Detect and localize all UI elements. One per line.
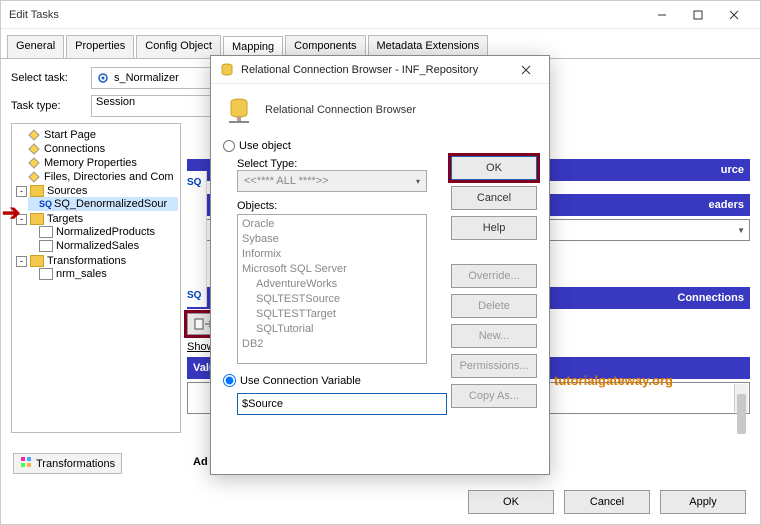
tab-transformations-bottom[interactable]: Transformations (13, 453, 122, 474)
dialog-delete-button[interactable]: Delete (451, 294, 537, 318)
tree-item-label: Start Page (44, 129, 96, 141)
main-cancel-button[interactable]: Cancel (564, 490, 650, 514)
dialog-buttons: OK Cancel Help Override... Delete New...… (451, 156, 537, 408)
tree-item-label: NormalizedProducts (56, 226, 155, 238)
close-button[interactable] (716, 1, 752, 29)
conn-var-input[interactable]: $Source (237, 393, 447, 415)
use-object-radio[interactable] (223, 140, 235, 152)
dialog-permissions-button[interactable]: Permissions... (451, 354, 537, 378)
tree-item-label: Sources (47, 185, 87, 197)
tree-item-label: SQ_DenormalizedSour (54, 198, 167, 210)
tree-item-label: Files, Directories and Com (44, 171, 174, 183)
tree-expander[interactable]: - (16, 256, 27, 267)
task-type-field: Session (91, 95, 221, 117)
watermark: tutorialgateway.org (554, 373, 673, 388)
tree-item-label: NormalizedSales (56, 240, 139, 252)
dialog-header: Relational Connection Browser (223, 94, 537, 126)
dialog-titlebar: Relational Connection Browser - INF_Repo… (211, 56, 549, 84)
tree-item[interactable]: nrm_sales (28, 267, 178, 281)
page-icon (39, 268, 53, 280)
grid-icon (20, 456, 32, 471)
cylinder-icon (223, 94, 255, 126)
chevron-down-icon: ▼ (737, 226, 745, 235)
tree-item-label: Memory Properties (44, 157, 137, 169)
mapping-tree[interactable]: Start Page Connections Memory Properties Fi… (14, 128, 178, 282)
diamond-icon (28, 157, 39, 168)
main-title: Edit Tasks (9, 9, 644, 21)
db-icon (219, 62, 235, 78)
tab-properties[interactable]: Properties (66, 35, 134, 58)
page-icon (39, 240, 53, 252)
objects-list-item[interactable]: Sybase (240, 232, 424, 247)
gear-icon (96, 71, 110, 85)
use-conn-var-radio[interactable] (223, 374, 236, 387)
tree-bottom-tabs: Transformations (13, 453, 122, 474)
tree-item-label: Connections (44, 143, 105, 155)
tree-expander[interactable]: - (16, 186, 27, 197)
select-task-combo[interactable]: s_Normalizer (91, 67, 221, 89)
objects-list-item[interactable]: SQLTESTTarget (240, 307, 424, 322)
objects-list-item[interactable]: SQLTESTSource (240, 292, 424, 307)
select-task-label: Select task: (11, 72, 91, 84)
tree-item[interactable]: SQSQ_DenormalizedSour (28, 197, 178, 211)
main-ok-button[interactable]: OK (468, 490, 554, 514)
tree-item[interactable]: Memory Properties (16, 156, 178, 170)
scrollbar[interactable] (734, 384, 748, 412)
dialog-title: Relational Connection Browser - INF_Repo… (241, 64, 511, 76)
annotation-arrow-icon: ➔ (2, 200, 20, 226)
folder-icon (30, 213, 44, 225)
tree-item[interactable]: -TargetsNormalizedProductsNormalizedSale… (16, 212, 178, 254)
dialog-override-button[interactable]: Override... (451, 264, 537, 288)
diamond-icon (28, 129, 39, 140)
chevron-down-icon: ▾ (416, 177, 420, 186)
task-type-label: Task type: (11, 100, 91, 112)
minimize-button[interactable] (644, 1, 680, 29)
relational-connection-dialog: Relational Connection Browser - INF_Repo… (210, 55, 550, 475)
tree-item[interactable]: Connections (16, 142, 178, 156)
select-task-value: s_Normalizer (114, 72, 179, 84)
sq-icon: SQ (39, 199, 52, 209)
tree-item[interactable]: NormalizedSales (28, 239, 178, 253)
tree-item[interactable]: - Transformationsnrm_sales (16, 254, 178, 282)
use-object-radio-row[interactable]: Use object (223, 140, 537, 152)
dialog-new-button[interactable]: New... (451, 324, 537, 348)
use-object-label: Use object (239, 140, 291, 152)
objects-list-item[interactable]: SQLTutorial (240, 322, 424, 337)
maximize-button[interactable] (680, 1, 716, 29)
tree-item-label: nrm_sales (56, 268, 107, 280)
dialog-help-button[interactable]: Help (451, 216, 537, 240)
objects-list-item[interactable]: Informix (240, 247, 424, 262)
objects-list-item[interactable]: DB2 (240, 337, 424, 352)
dialog-close-button[interactable] (511, 56, 541, 84)
main-titlebar: Edit Tasks (1, 1, 760, 29)
select-type-combo[interactable]: <<**** ALL ****>> ▾ (237, 170, 427, 192)
use-conn-var-label: Use Connection Variable (240, 375, 361, 387)
tab-config-object[interactable]: Config Object (136, 35, 221, 58)
tree-item[interactable]: -SourcesSQSQ_DenormalizedSour (16, 184, 178, 212)
diamond-icon (28, 143, 39, 154)
tree-item-label: Targets (47, 213, 83, 225)
tree-item-label: Transformations (47, 255, 126, 267)
objects-list-item[interactable]: Microsoft SQL Server (240, 262, 424, 277)
dialog-cancel-button[interactable]: Cancel (451, 186, 537, 210)
ad-label: Ad (193, 456, 208, 468)
folder-icon (30, 255, 44, 267)
tree-item[interactable]: Start Page (16, 128, 178, 142)
dialog-header-text: Relational Connection Browser (265, 104, 416, 116)
folder-icon (30, 185, 44, 197)
objects-listbox[interactable]: OracleSybaseInformixMicrosoft SQL Server… (237, 214, 427, 364)
tab-general[interactable]: General (7, 35, 64, 58)
dialog-copyas-button[interactable]: Copy As... (451, 384, 537, 408)
tree-item[interactable]: Files, Directories and Com (16, 170, 178, 184)
dialog-ok-button[interactable]: OK (451, 156, 537, 180)
tree-item[interactable]: NormalizedProducts (28, 225, 178, 239)
page-icon (39, 226, 53, 238)
main-apply-button[interactable]: Apply (660, 490, 746, 514)
objects-list-item[interactable]: Oracle (240, 217, 424, 232)
diamond-icon (28, 171, 39, 182)
main-buttons: OK Cancel Apply (468, 490, 746, 514)
mapping-tree-panel: Start Page Connections Memory Properties Fi… (11, 123, 181, 433)
objects-list-item[interactable]: AdventureWorks (240, 277, 424, 292)
sq-strip: SQ SQ (185, 171, 207, 307)
